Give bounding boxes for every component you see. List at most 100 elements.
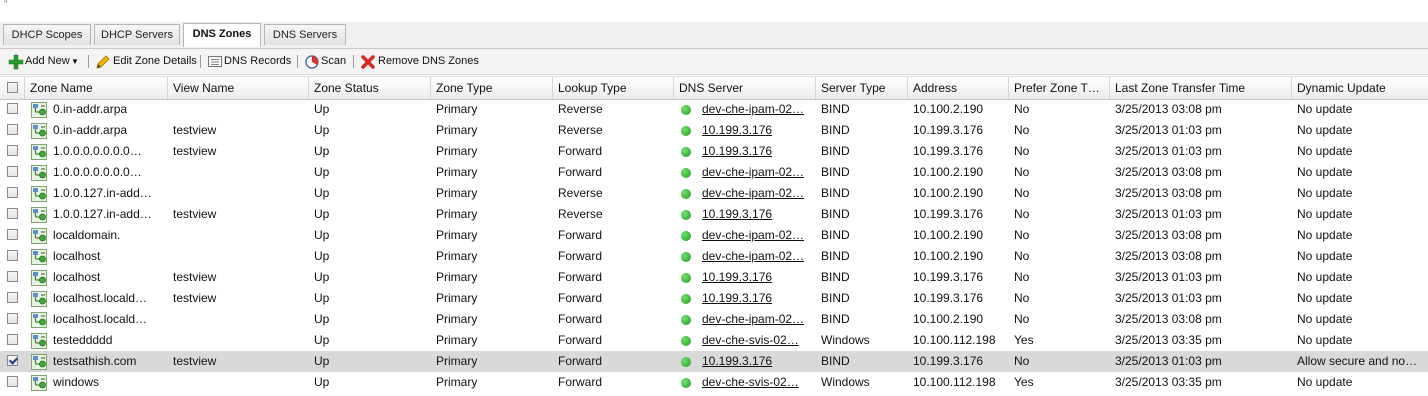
cell-dynamic-update: No update (1297, 165, 1353, 179)
cell-dns-server-link[interactable]: 10.199.3.176 (697, 351, 816, 372)
cell-address: 10.100.2.190 (913, 228, 984, 242)
header-select-all[interactable] (0, 77, 25, 99)
cell-server-type: BIND (821, 123, 850, 137)
cell-dns-server-link[interactable]: dev-che-ipam-02… (697, 183, 816, 204)
cell-lookup-type: Forward (558, 270, 603, 284)
cell-last-zone-transfer-time: 3/25/2013 03:08 pm (1115, 102, 1222, 116)
table-row[interactable]: localhost testview Up Primary Forward 10… (0, 267, 1428, 288)
dns-records-button[interactable]: DNS Records (207, 53, 291, 70)
header-address[interactable]: Address (908, 77, 1009, 99)
cell-dns-server-link[interactable]: dev-che-ipam-02… (697, 246, 816, 267)
table-row[interactable]: localhost.locald… testview Up Primary Fo… (0, 288, 1428, 309)
row-checkbox[interactable] (7, 187, 18, 198)
cell-zone-status: Up (314, 123, 330, 137)
edit-zone-details-button[interactable]: Edit Zone Details (95, 53, 197, 70)
cell-dns-server-link[interactable]: dev-che-ipam-02… (697, 99, 816, 120)
table-row[interactable]: localhost.locald… Up Primary Forward dev… (0, 309, 1428, 330)
cell-server-type: BIND (821, 207, 850, 221)
dns-zone-icon (31, 165, 47, 181)
cell-dns-server-link[interactable]: 10.199.3.176 (697, 288, 816, 309)
table-row[interactable]: 1.0.0.0.0.0.0.0… testview Up Primary For… (0, 141, 1428, 162)
table-row[interactable]: testeddddd Up Primary Forward dev-che-sv… (0, 330, 1428, 351)
tab-bar: DHCP Scopes DHCP Servers DNS Zones DNS S… (0, 22, 1428, 49)
row-checkbox[interactable] (7, 208, 18, 219)
header-dns-server[interactable]: DNS Server (674, 77, 816, 99)
row-checkbox[interactable] (7, 313, 18, 324)
cell-view-name (168, 309, 309, 330)
select-all-checkbox[interactable] (7, 82, 18, 93)
cell-server-type: BIND (821, 291, 850, 305)
header-zone-name[interactable]: Zone Name (25, 77, 168, 99)
header-zone-status[interactable]: Zone Status (309, 77, 431, 99)
row-checkbox[interactable] (7, 145, 18, 156)
cell-dns-server-link[interactable]: dev-che-svis-02… (697, 330, 816, 351)
row-checkbox[interactable] (7, 292, 18, 303)
cell-prefer-zone-transfer: No (1014, 354, 1030, 368)
status-up-icon (681, 378, 691, 388)
table-row[interactable]: localhost Up Primary Forward dev-che-ipa… (0, 246, 1428, 267)
tab-dhcp-scopes[interactable]: DHCP Scopes (3, 24, 91, 45)
cell-zone-name: 1.0.0.127.in-add… (53, 207, 152, 221)
table-row[interactable]: testsathish.com testview Up Primary Forw… (0, 351, 1428, 372)
table-row[interactable]: windows Up Primary Forward dev-che-svis-… (0, 372, 1428, 393)
row-checkbox[interactable] (7, 124, 18, 135)
add-new-label: Add New (25, 55, 70, 67)
tab-dns-zones[interactable]: DNS Zones (183, 23, 261, 47)
table-row[interactable]: localdomain. Up Primary Forward dev-che-… (0, 225, 1428, 246)
table-row[interactable]: 1.0.0.0.0.0.0.0… Up Primary Forward dev-… (0, 162, 1428, 183)
cell-zone-name: windows (53, 375, 100, 389)
cell-dns-server-link[interactable]: dev-che-ipam-02… (697, 162, 816, 183)
cell-view-name (168, 330, 309, 351)
cell-last-zone-transfer-time: 3/25/2013 01:03 pm (1115, 207, 1222, 221)
cell-dns-server-link[interactable]: dev-che-ipam-02… (697, 309, 816, 330)
header-view-name[interactable]: View Name (168, 77, 309, 99)
header-server-type[interactable]: Server Type (816, 77, 908, 99)
cell-dns-server-link[interactable]: 10.199.3.176 (697, 204, 816, 225)
dns-zone-icon (31, 123, 47, 139)
cell-address: 10.199.3.176 (913, 144, 984, 158)
header-zone-type[interactable]: Zone Type (431, 77, 553, 99)
cell-view-name (168, 183, 309, 204)
table-row[interactable]: 1.0.0.127.in-add… Up Primary Reverse dev… (0, 183, 1428, 204)
row-checkbox[interactable] (7, 334, 18, 345)
remove-dns-zones-button[interactable]: Remove DNS Zones (360, 53, 479, 70)
cell-zone-status: Up (314, 102, 330, 116)
cell-dns-server-link[interactable]: 10.199.3.176 (697, 141, 816, 162)
cell-prefer-zone-transfer: No (1014, 249, 1030, 263)
cell-lookup-type: Reverse (558, 123, 603, 137)
cell-zone-type: Primary (436, 102, 478, 116)
cell-dns-server-link[interactable]: 10.199.3.176 (697, 120, 816, 141)
header-lookup-type[interactable]: Lookup Type (553, 77, 674, 99)
cell-last-zone-transfer-time: 3/25/2013 01:03 pm (1115, 123, 1222, 137)
row-checkbox[interactable] (7, 271, 18, 282)
cell-dns-server-link[interactable]: dev-che-svis-02… (697, 372, 816, 393)
header-last-zone-transfer-time[interactable]: Last Zone Transfer Time (1110, 77, 1292, 99)
scan-button[interactable]: Scan (304, 53, 348, 70)
cell-dns-server-link[interactable]: dev-che-ipam-02… (697, 225, 816, 246)
cell-prefer-zone-transfer: No (1014, 291, 1030, 305)
row-checkbox[interactable] (7, 376, 18, 387)
dns-zone-icon (31, 207, 47, 223)
row-checkbox[interactable] (7, 250, 18, 261)
cell-prefer-zone-transfer: No (1014, 165, 1030, 179)
cell-dns-server-link[interactable]: 10.199.3.176 (697, 267, 816, 288)
header-prefer-zone-transfer[interactable]: Prefer Zone T… (1009, 77, 1110, 99)
row-checkbox[interactable] (7, 229, 18, 240)
header-dynamic-update[interactable]: Dynamic Update (1292, 77, 1428, 99)
row-checkbox[interactable] (7, 166, 18, 177)
cell-zone-status: Up (314, 354, 330, 368)
tab-dhcp-servers[interactable]: DHCP Servers (94, 24, 180, 45)
cell-dynamic-update: No update (1297, 186, 1353, 200)
add-new-button[interactable]: Add New ▼ (8, 53, 80, 70)
row-checkbox[interactable] (7, 103, 18, 114)
row-checkbox[interactable] (7, 355, 18, 366)
tab-dns-servers[interactable]: DNS Servers (264, 24, 346, 45)
table-row[interactable]: 0.in-addr.arpa testview Up Primary Rever… (0, 120, 1428, 141)
table-row[interactable]: 0.in-addr.arpa Up Primary Reverse dev-ch… (0, 99, 1428, 120)
cell-address: 10.199.3.176 (913, 207, 984, 221)
table-row[interactable]: 1.0.0.127.in-add… testview Up Primary Re… (0, 204, 1428, 225)
cell-prefer-zone-transfer: No (1014, 102, 1030, 116)
scan-label: Scan (321, 55, 347, 67)
cell-dynamic-update: No update (1297, 228, 1353, 242)
dns-zone-icon (31, 249, 47, 265)
